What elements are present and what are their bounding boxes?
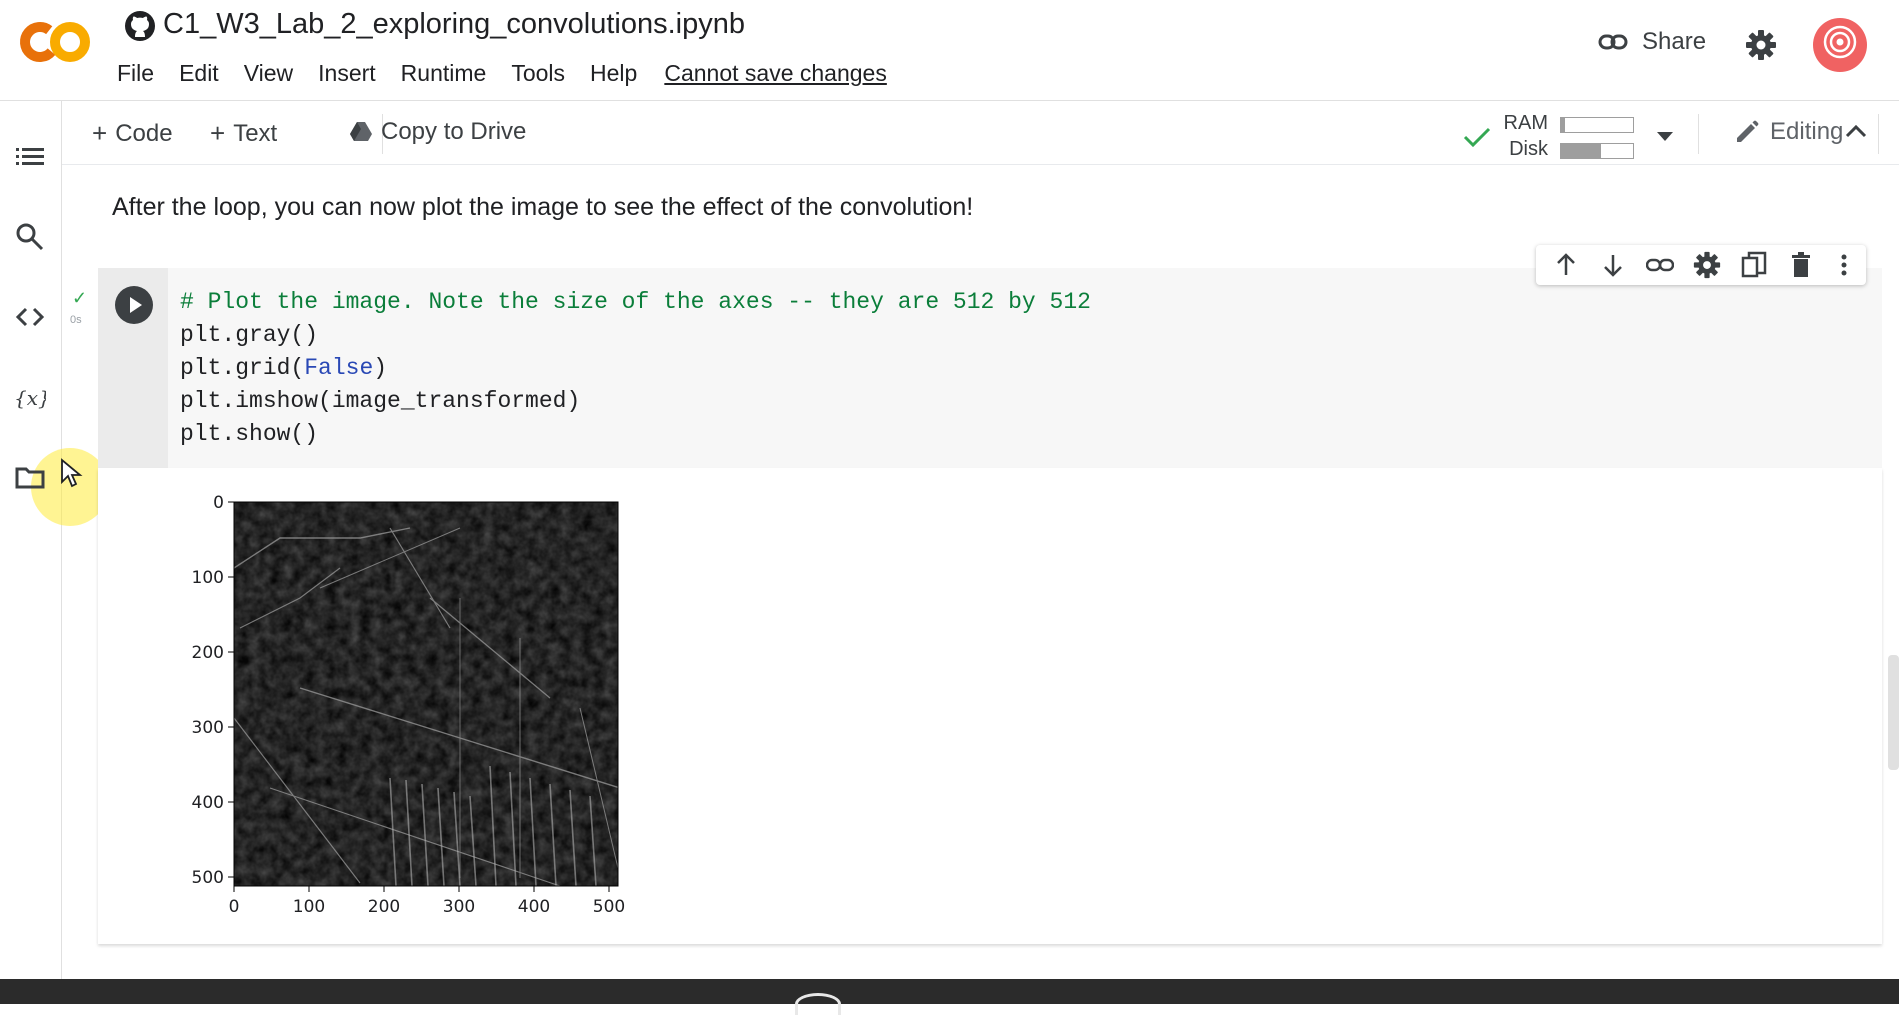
- mirror-cell-icon[interactable]: [1740, 251, 1768, 279]
- colab-logo[interactable]: [18, 20, 92, 64]
- move-cell-up-icon[interactable]: [1552, 251, 1580, 279]
- add-text-label: Text: [233, 119, 278, 147]
- user-avatar[interactable]: [1813, 18, 1867, 72]
- collapse-header-icon[interactable]: [1845, 124, 1867, 138]
- chevron-down-icon[interactable]: [1657, 132, 1673, 142]
- x-tick-label: 0: [229, 897, 240, 917]
- pencil-icon: [1737, 120, 1759, 142]
- code-line-comment: # Plot the image. Note the size of the a…: [180, 289, 1091, 315]
- menu-insert[interactable]: Insert: [318, 60, 376, 87]
- menu-runtime[interactable]: Runtime: [401, 60, 487, 87]
- menu-bar: File Edit View Insert Runtime Tools Help…: [117, 60, 912, 87]
- execution-time: 0s: [70, 314, 82, 326]
- convolved-image: [234, 502, 618, 886]
- add-text-button[interactable]: + Text: [210, 118, 277, 149]
- github-icon: [125, 11, 155, 41]
- video-bottom-bar: [0, 979, 1899, 1004]
- files-folder-icon[interactable]: [14, 461, 46, 493]
- keyword-false: False: [304, 355, 374, 381]
- disk-usage-fill: [1561, 144, 1601, 158]
- notebook-toolbar: + Code + Text Copy to Drive RAM Disk Edi…: [62, 102, 1899, 165]
- code-line: plt.gray(): [180, 322, 319, 348]
- menu-tools[interactable]: Tools: [511, 60, 565, 87]
- search-icon[interactable]: [14, 221, 46, 253]
- left-sidebar: {x}: [0, 101, 109, 979]
- cell-action-toolbar: [1536, 245, 1866, 285]
- link-to-cell-icon[interactable]: [1646, 251, 1674, 279]
- add-code-label: Code: [115, 119, 173, 147]
- code-line-grid: plt.grid(False): [180, 355, 388, 381]
- y-tick-label: 500: [192, 868, 224, 888]
- copy-to-drive-button[interactable]: Copy to Drive: [349, 118, 526, 146]
- menu-view[interactable]: View: [244, 60, 293, 87]
- plus-icon: +: [210, 118, 226, 148]
- connected-check-icon: [1463, 127, 1491, 148]
- cell-settings-gear-icon[interactable]: [1693, 251, 1721, 279]
- ram-usage-fill: [1561, 118, 1565, 132]
- code-editor[interactable]: # Plot the image. Note the size of the a…: [180, 286, 1091, 451]
- code-line: plt.show(): [180, 421, 319, 447]
- save-status-link[interactable]: Cannot save changes: [664, 60, 887, 87]
- y-tick-label: 0: [213, 493, 224, 513]
- code-line: plt.imshow(image_transformed): [180, 388, 581, 414]
- move-cell-down-icon[interactable]: [1599, 251, 1627, 279]
- play-icon: [130, 297, 142, 313]
- x-tick-label: 300: [443, 897, 475, 917]
- x-tick-label: 500: [593, 897, 625, 917]
- y-tick-label: 100: [192, 568, 224, 588]
- y-tick-label: 200: [192, 643, 224, 663]
- page-scrollbar-thumb[interactable]: [1888, 655, 1899, 770]
- x-axis: 0 100 200 300 400 500: [229, 886, 625, 917]
- markdown-text-cell[interactable]: After the loop, you can now plot the ima…: [112, 193, 973, 222]
- y-axis: 0 100 200 300 400 500: [192, 493, 234, 888]
- menu-file[interactable]: File: [117, 60, 154, 87]
- add-code-button[interactable]: + Code: [92, 118, 173, 149]
- menu-edit[interactable]: Edit: [179, 60, 219, 87]
- run-cell-button[interactable]: [115, 286, 153, 324]
- toolbar-divider: [1878, 114, 1879, 154]
- x-tick-label: 400: [518, 897, 550, 917]
- notebook-title[interactable]: C1_W3_Lab_2_exploring_convolutions.ipynb: [163, 8, 745, 41]
- more-options-icon[interactable]: [1830, 251, 1858, 279]
- x-tick-label: 200: [368, 897, 400, 917]
- app-header: C1_W3_Lab_2_exploring_convolutions.ipynb…: [0, 0, 1899, 101]
- ram-usage-bar: [1560, 117, 1634, 133]
- disk-label: Disk: [1509, 138, 1548, 160]
- editing-mode-button[interactable]: Editing: [1734, 118, 1843, 146]
- share-label: Share: [1642, 28, 1707, 55]
- bottom-logo-icon: [795, 993, 841, 1015]
- variables-icon[interactable]: {x}: [14, 381, 46, 413]
- link-icon: [1598, 34, 1628, 50]
- settings-gear-icon[interactable]: [1745, 29, 1777, 61]
- image-plot: 0 100 200 300 400 500 0 100 200 300 400 500: [192, 493, 626, 917]
- mouse-pointer-icon: [61, 458, 83, 488]
- drive-icon: [350, 122, 372, 141]
- disk-usage-bar: [1560, 143, 1634, 159]
- toolbar-divider: [1698, 114, 1699, 154]
- y-tick-label: 300: [192, 718, 224, 738]
- execution-success-icon: ✓: [72, 288, 88, 308]
- menu-help[interactable]: Help: [590, 60, 637, 87]
- table-of-contents-icon[interactable]: [14, 141, 46, 173]
- y-tick-label: 400: [192, 793, 224, 813]
- editing-label: Editing: [1770, 118, 1844, 145]
- ram-label: RAM: [1503, 112, 1548, 134]
- delete-cell-icon[interactable]: [1787, 251, 1815, 279]
- x-tick-label: 100: [293, 897, 325, 917]
- code-snippets-icon[interactable]: [14, 301, 46, 333]
- svg-text:{x}: {x}: [14, 386, 46, 410]
- share-button[interactable]: Share: [1598, 28, 1706, 56]
- plus-icon: +: [92, 118, 108, 148]
- copy-to-drive-label: Copy to Drive: [381, 118, 527, 145]
